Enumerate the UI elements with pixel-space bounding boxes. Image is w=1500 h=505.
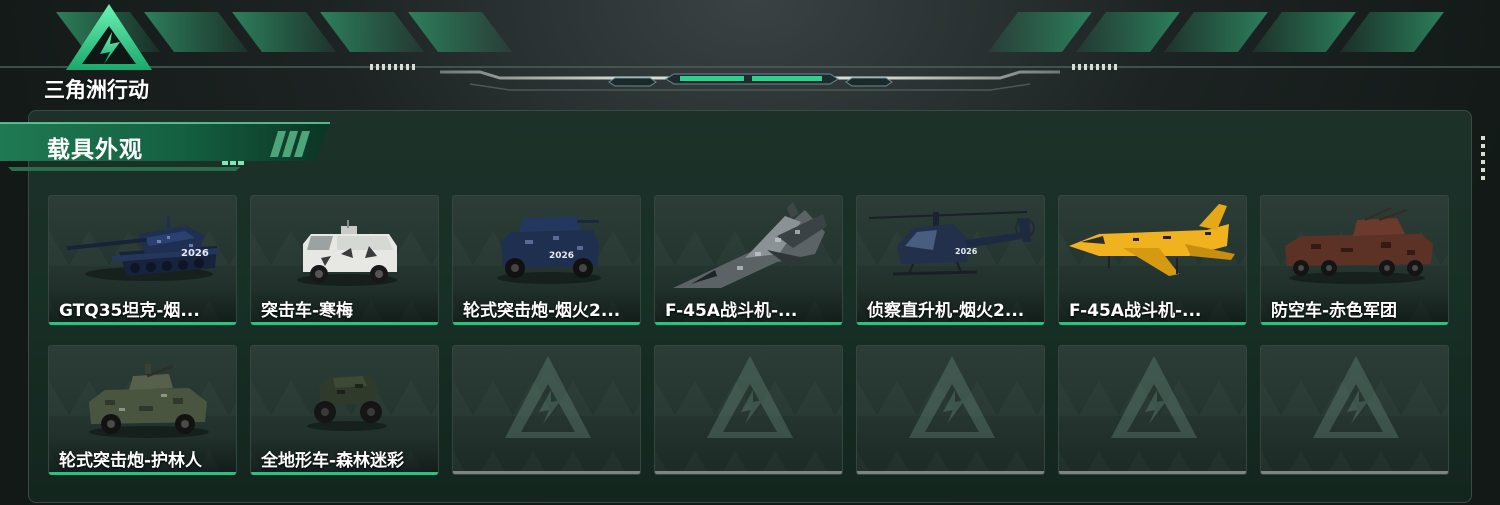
panel-scroll-dots (1481, 136, 1485, 180)
vehicle-card-label: 轮式突击炮-烟火2... (463, 301, 621, 321)
card-underline (1059, 322, 1246, 325)
empty-slot-emblem-icon (505, 356, 591, 438)
header-frame (0, 12, 1500, 91)
card-underline (251, 472, 438, 475)
vehicle-card[interactable]: 2026 侦察直升机-烟火2... (856, 195, 1045, 325)
card-underline (251, 322, 438, 325)
card-underline (453, 322, 640, 325)
card-underline (49, 322, 236, 325)
empty-slot-emblem-icon (1111, 356, 1197, 438)
empty-slot-emblem-icon (909, 356, 995, 438)
vehicle-card-label: GTQ35坦克-烟... (59, 301, 200, 321)
svg-text:2026: 2026 (549, 251, 574, 261)
empty-slot-card (856, 345, 1045, 475)
vehicle-card-label: 全地形车-森林迷彩 (261, 451, 405, 471)
armored-car-icon (89, 364, 209, 438)
vehicle-card[interactable]: F-45A战斗机-... (1058, 195, 1247, 325)
vehicle-skins-screen: 三角洲行动 载具外观 2026 GTQ35坦克-烟... 突击车-寒梅 2026… (0, 0, 1500, 505)
empty-slot-emblem-icon (1313, 356, 1399, 438)
armored-car-icon (297, 220, 397, 286)
vehicle-card[interactable]: 2026 轮式突击炮-烟火2... (452, 195, 641, 325)
atv-icon (307, 376, 387, 431)
empty-slot-card (654, 345, 843, 475)
fighter-jet-icon (673, 202, 827, 288)
fighter-jet-icon (1069, 204, 1235, 276)
card-underline (1059, 471, 1246, 474)
card-underline (49, 472, 236, 475)
section-title: 载具外观 (47, 137, 143, 163)
armored-car-icon: 2026 (497, 216, 601, 284)
empty-slot-card (452, 345, 641, 475)
card-underline (857, 322, 1044, 325)
helicopter-icon: 2026 (868, 211, 1035, 276)
vehicle-card[interactable]: 突击车-寒梅 (250, 195, 439, 325)
vehicle-card-label: F-45A战斗机-... (1069, 301, 1202, 321)
vehicle-card[interactable]: 防空车-赤色军团 (1260, 195, 1449, 325)
vehicle-card[interactable]: 全地形车-森林迷彩 (250, 345, 439, 475)
card-underline (857, 471, 1044, 474)
vehicle-card-label: 轮式突击炮-护林人 (59, 451, 203, 471)
vehicle-card-label: 防空车-赤色军团 (1271, 301, 1398, 321)
vehicle-card-label: 侦察直升机-烟火2... (867, 301, 1025, 321)
card-underline (655, 322, 842, 325)
vehicle-card-label: 突击车-寒梅 (261, 301, 354, 321)
game-logo-text: 三角洲行动 (44, 78, 149, 102)
card-underline (1261, 322, 1448, 325)
card-underline (453, 471, 640, 474)
empty-slot-card (1058, 345, 1247, 475)
svg-text:2026: 2026 (181, 248, 209, 259)
empty-slot-card (1260, 345, 1449, 475)
svg-text:2026: 2026 (955, 247, 978, 256)
vehicle-card-label: F-45A战斗机-... (665, 301, 798, 321)
vehicle-card[interactable]: 轮式突击炮-护林人 (48, 345, 237, 475)
aa-vehicle-icon (1285, 207, 1433, 284)
vehicle-card[interactable]: F-45A战斗机-... (654, 195, 843, 325)
card-underline (655, 471, 842, 474)
card-underline (1261, 471, 1448, 474)
empty-slot-emblem-icon (707, 356, 793, 438)
tank-icon: 2026 (67, 216, 219, 281)
vehicle-card[interactable]: 2026 GTQ35坦克-烟... (48, 195, 237, 325)
